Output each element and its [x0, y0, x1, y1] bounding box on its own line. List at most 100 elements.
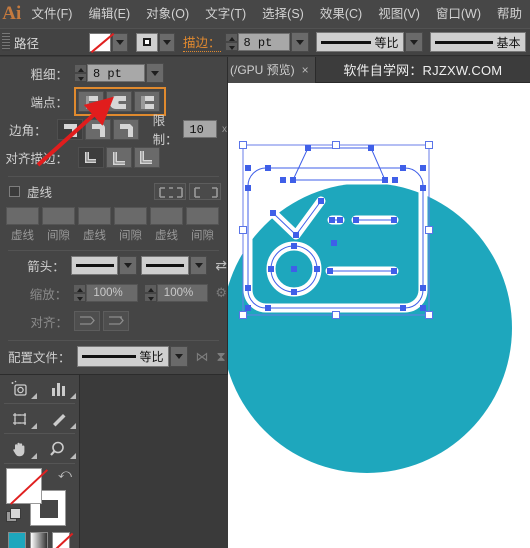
link-scale-icon[interactable]: ⚙: [215, 285, 227, 301]
extend-to-end-button[interactable]: [74, 311, 100, 331]
fill-swatch[interactable]: [89, 32, 112, 52]
butt-cap-button[interactable]: [78, 90, 104, 112]
selection-overlay: [239, 141, 433, 319]
document-tab[interactable]: (/GPU 预览) ×: [228, 56, 316, 83]
flip-horizontal-icon[interactable]: ⋈: [196, 349, 209, 365]
dash-field-1[interactable]: [6, 207, 39, 225]
stepper-up-icon[interactable]: [224, 33, 238, 42]
menu-bar: Ai 文件(F) 编辑(E) 对象(O) 文字(T) 选择(S) 效果(C) 视…: [0, 0, 530, 28]
dashed-line-checkbox[interactable]: [9, 185, 20, 197]
stepper-up-icon[interactable]: [73, 284, 87, 293]
stroke-weight-input[interactable]: 8 pt: [237, 33, 290, 51]
brush-definition-select[interactable]: 基本: [429, 32, 526, 52]
gradient-swatch-button[interactable]: [30, 532, 48, 548]
weight-stepper[interactable]: [74, 64, 87, 82]
chevron-down-icon: [116, 39, 125, 45]
profile-select[interactable]: 等比: [76, 346, 169, 367]
color-swatch-button[interactable]: [8, 532, 26, 548]
stroke-weight-dropdown[interactable]: [290, 32, 309, 52]
arrowhead-end-select[interactable]: [141, 255, 190, 275]
bevel-join-button[interactable]: [112, 118, 139, 140]
scale-start-input[interactable]: 100%: [86, 284, 138, 302]
fill-color-swatch[interactable]: [6, 468, 42, 504]
dash-field-3[interactable]: [150, 207, 183, 225]
menu-item-file[interactable]: 文件(F): [23, 0, 80, 28]
align-inside-button[interactable]: [106, 146, 132, 168]
artboard-tool[interactable]: [0, 405, 40, 432]
stroke-panel-link[interactable]: 描边：: [183, 32, 221, 52]
stroke-weight-stepper[interactable]: [224, 33, 238, 51]
stroke-profile-value: 等比: [374, 35, 399, 50]
stepper-down-icon[interactable]: [74, 73, 87, 82]
clipboard-checklist-artwork[interactable]: [228, 83, 530, 548]
menu-item-effect[interactable]: 效果(C): [312, 0, 370, 28]
default-fill-stroke-icon[interactable]: [6, 508, 21, 522]
symbol-sprayer-icon: [11, 380, 27, 396]
menu-item-view[interactable]: 视图(V): [370, 0, 428, 28]
symbol-sprayer-tool[interactable]: [0, 375, 40, 402]
menu-item-window[interactable]: 窗口(W): [428, 0, 489, 28]
stroke-swatch[interactable]: [136, 32, 159, 52]
magnifier-icon: [50, 441, 65, 456]
gap-field-1[interactable]: [42, 207, 75, 225]
stepper-up-icon[interactable]: [143, 284, 157, 293]
round-join-button[interactable]: [84, 118, 111, 140]
chevron-down-icon: [174, 354, 183, 359]
gap-field-3[interactable]: [186, 207, 219, 225]
menu-item-object[interactable]: 对象(O): [138, 0, 197, 28]
extend-beyond-button[interactable]: [103, 311, 129, 331]
projecting-cap-button[interactable]: [134, 90, 160, 112]
none-swatch-button[interactable]: [52, 532, 70, 548]
swap-arrows-icon[interactable]: ⇄: [215, 257, 227, 274]
tool-divider-2: [4, 433, 75, 434]
stepper-down-icon[interactable]: [143, 293, 157, 302]
stroke-profile-dropdown[interactable]: [404, 32, 423, 52]
dash-preserve-button[interactable]: [154, 182, 186, 200]
slice-tool[interactable]: [40, 405, 80, 432]
round-cap-button[interactable]: [106, 90, 132, 112]
profile-label: 配置文件：: [8, 351, 71, 365]
menu-item-help[interactable]: 帮助: [489, 0, 530, 28]
swap-fill-stroke-icon[interactable]: ⤺: [58, 466, 72, 482]
hand-tool[interactable]: [0, 435, 40, 462]
arrowhead-start-dropdown[interactable]: [119, 255, 137, 275]
brush-preview-icon: [434, 40, 493, 44]
flip-vertical-icon[interactable]: ⧗: [217, 349, 226, 365]
align-center-button[interactable]: [78, 146, 104, 168]
miter-limit-input[interactable]: 10: [183, 120, 218, 138]
arrowhead-end-dropdown[interactable]: [190, 255, 208, 275]
menu-item-edit[interactable]: 编辑(E): [80, 0, 138, 28]
dash-label-1: 虚线: [11, 230, 34, 242]
weight-input[interactable]: 8 pt: [87, 64, 145, 82]
profile-dropdown[interactable]: [169, 346, 188, 367]
fill-dropdown-button[interactable]: [112, 32, 129, 52]
zoom-tool[interactable]: [40, 435, 80, 462]
menu-item-select[interactable]: 选择(S): [254, 0, 312, 28]
round-join-icon: [91, 123, 105, 137]
panel-divider-2: [8, 250, 219, 251]
arrowhead-start-select[interactable]: [70, 255, 119, 275]
align-outside-button[interactable]: [134, 146, 160, 168]
menu-item-type[interactable]: 文字(T): [197, 0, 254, 28]
scale-end-stepper[interactable]: [143, 284, 157, 302]
control-bar-grip[interactable]: [2, 33, 10, 51]
arrow-scale-label: 缩放：: [29, 287, 68, 302]
round-cap-icon: [109, 95, 126, 109]
weight-dropdown[interactable]: [146, 63, 164, 83]
miter-join-button[interactable]: [56, 118, 83, 140]
stroke-profile-select[interactable]: 等比: [315, 32, 404, 52]
stepper-down-icon[interactable]: [73, 293, 87, 302]
scale-end-input[interactable]: 100%: [156, 284, 209, 302]
document-canvas[interactable]: [228, 83, 530, 548]
gap-field-2[interactable]: [114, 207, 147, 225]
stepper-down-icon[interactable]: [224, 42, 238, 51]
stroke-dropdown-button[interactable]: [159, 32, 176, 52]
close-icon[interactable]: ×: [302, 63, 309, 77]
dash-field-2[interactable]: [78, 207, 111, 225]
tool-divider-1: [4, 403, 75, 404]
stepper-up-icon[interactable]: [74, 64, 87, 73]
scale-start-stepper[interactable]: [73, 284, 87, 302]
column-graph-tool[interactable]: [40, 375, 80, 402]
gap-label-1: 间隙: [47, 230, 70, 242]
dash-adjust-button[interactable]: [189, 182, 221, 200]
